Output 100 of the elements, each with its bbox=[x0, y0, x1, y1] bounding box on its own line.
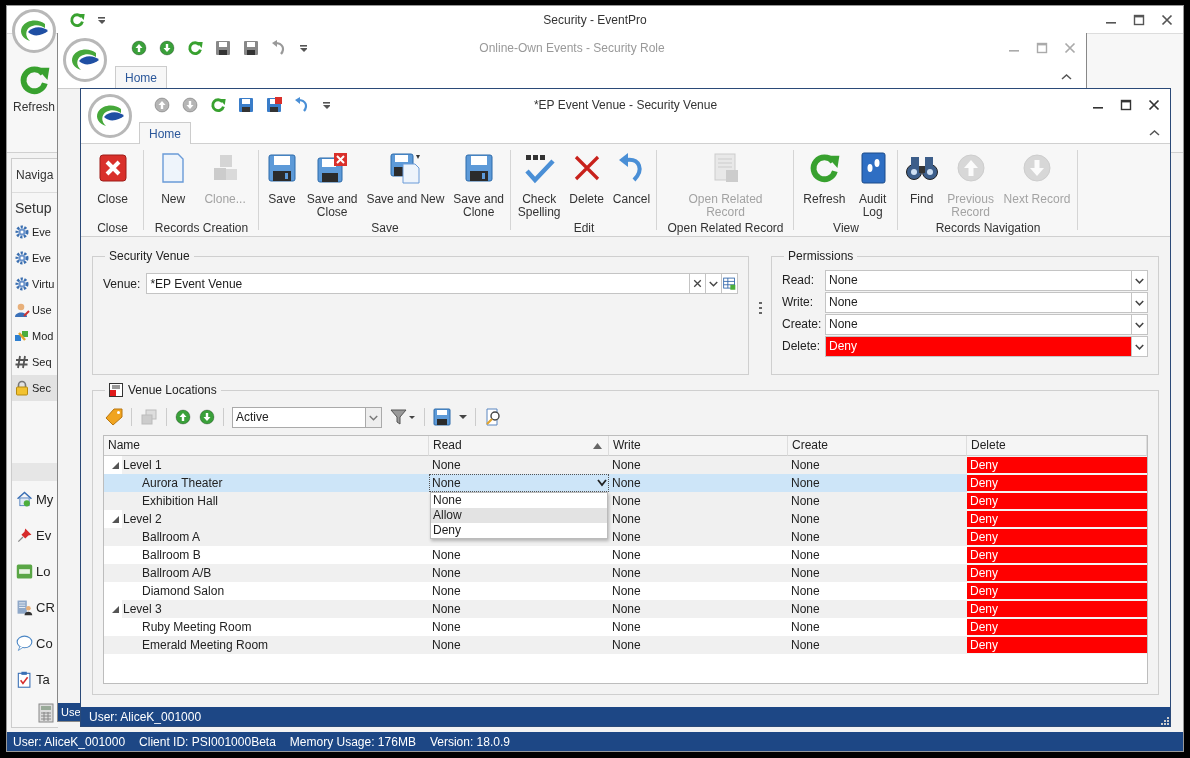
group-row-label[interactable]: Level 3 bbox=[123, 600, 162, 618]
table-cell: Deny bbox=[967, 475, 1147, 491]
table-cell: None bbox=[791, 602, 820, 616]
splitter-grip-icon[interactable] bbox=[758, 302, 762, 314]
permission-dropdown[interactable]: Deny bbox=[825, 335, 1148, 357]
group-row-label[interactable]: Level 2 bbox=[123, 510, 162, 528]
nav-item[interactable]: Mod bbox=[12, 323, 58, 349]
nav-item[interactable]: Co bbox=[12, 625, 58, 661]
table-lookup-icon[interactable] bbox=[721, 274, 737, 293]
move-down-icon[interactable] bbox=[199, 409, 215, 425]
close-icon[interactable] bbox=[1148, 98, 1160, 111]
filter-icon[interactable] bbox=[390, 408, 416, 426]
table-cell: Deny bbox=[967, 583, 1147, 599]
save-icon[interactable] bbox=[215, 40, 231, 56]
customize-toolbar-icon[interactable] bbox=[97, 15, 105, 24]
column-header[interactable]: Delete bbox=[967, 436, 1147, 456]
maximize-icon[interactable] bbox=[1133, 13, 1145, 26]
save-close-icon[interactable] bbox=[266, 96, 282, 113]
splitter-bar[interactable] bbox=[12, 463, 58, 481]
window-title: *EP Event Venue - Security Venue bbox=[533, 97, 718, 112]
nav-item[interactable]: CR bbox=[12, 589, 58, 625]
undo-icon[interactable] bbox=[271, 40, 287, 56]
ribbon-button[interactable]: Save and Clone bbox=[451, 150, 507, 220]
dropdown-option[interactable]: Allow bbox=[431, 508, 607, 523]
ribbon-button[interactable]: Cancel bbox=[610, 150, 653, 220]
nav-item[interactable]: Virtu bbox=[12, 271, 58, 297]
field-label: Read: bbox=[782, 273, 816, 287]
dropdown-chevron-icon[interactable] bbox=[596, 478, 608, 488]
nav-item[interactable]: Ta bbox=[12, 661, 58, 697]
status-text: User: AliceK_001000 bbox=[89, 709, 202, 724]
ribbon-button[interactable]: New bbox=[155, 150, 192, 220]
refresh-icon[interactable] bbox=[187, 40, 203, 56]
resize-grip-icon[interactable] bbox=[1161, 717, 1169, 725]
table-cell: Deny bbox=[967, 547, 1147, 563]
collapse-ribbon-icon[interactable] bbox=[1061, 73, 1072, 81]
ribbon-button[interactable]: Find bbox=[903, 150, 940, 220]
ribbon-tab[interactable]: Home bbox=[139, 122, 191, 144]
customize-toolbar-icon[interactable] bbox=[299, 44, 307, 52]
table-cell: None bbox=[432, 620, 461, 634]
nav-item[interactable]: Lo bbox=[12, 553, 58, 589]
expanded-triangle-icon[interactable] bbox=[112, 515, 119, 523]
user-edit-icon bbox=[14, 302, 30, 318]
table-cell: None bbox=[612, 566, 641, 580]
ribbon-tab[interactable]: Home bbox=[115, 66, 167, 89]
refresh-icon[interactable] bbox=[210, 96, 226, 113]
clear-icon[interactable] bbox=[689, 274, 705, 293]
refresh-icon[interactable] bbox=[69, 11, 85, 28]
move-up-icon[interactable] bbox=[175, 409, 191, 425]
nav-item[interactable]: Sec bbox=[12, 375, 58, 401]
table-cell: Deny bbox=[967, 493, 1147, 509]
nav-item[interactable]: Use bbox=[12, 297, 58, 323]
column-header[interactable]: Name bbox=[104, 436, 429, 456]
save-close-icon[interactable] bbox=[243, 40, 259, 56]
document-search-icon[interactable] bbox=[484, 408, 502, 426]
maximize-icon[interactable] bbox=[1120, 98, 1132, 111]
table-cell[interactable]: Diamond Salon bbox=[104, 582, 225, 600]
ribbon-button[interactable]: Save bbox=[263, 150, 300, 220]
column-header[interactable]: Create bbox=[788, 436, 967, 456]
dropdown-option[interactable]: Deny bbox=[431, 523, 607, 538]
venue-combo[interactable]: *EP Event Venue bbox=[146, 273, 738, 294]
column-header[interactable]: Read bbox=[429, 436, 609, 456]
cell-dropdown[interactable]: None bbox=[429, 474, 609, 492]
save-icon[interactable] bbox=[238, 96, 254, 113]
table-cell: None bbox=[612, 638, 641, 652]
ribbon-button[interactable]: Save and New bbox=[364, 150, 447, 220]
refresh-icon bbox=[808, 152, 841, 184]
dropdown-caret-icon[interactable] bbox=[459, 414, 467, 420]
expanded-triangle-icon[interactable] bbox=[112, 605, 119, 613]
pushpin-icon bbox=[16, 526, 33, 544]
nav-item[interactable]: Eve bbox=[12, 219, 58, 245]
table-cell[interactable]: Ruby Meeting Room bbox=[104, 618, 252, 636]
ribbon-button[interactable]: Close bbox=[94, 150, 131, 220]
ribbon-button[interactable]: Check Spelling bbox=[515, 150, 563, 220]
permission-dropdown[interactable]: None bbox=[825, 291, 1148, 313]
dropdown-option[interactable]: None bbox=[431, 493, 607, 508]
customize-toolbar-icon[interactable] bbox=[322, 100, 330, 109]
ribbon-button[interactable]: Delete bbox=[567, 150, 606, 220]
nav-item[interactable]: Eve bbox=[12, 245, 58, 271]
hash-icon bbox=[14, 354, 30, 370]
collapse-ribbon-icon[interactable] bbox=[1149, 129, 1160, 137]
table-cell: None bbox=[791, 512, 820, 526]
close-icon[interactable] bbox=[1161, 13, 1173, 26]
ribbon-button[interactable]: Refresh bbox=[801, 150, 848, 220]
table-cell: None bbox=[432, 566, 461, 580]
status-filter-dropdown[interactable]: Active bbox=[232, 406, 382, 428]
ribbon-button[interactable]: Audit Log bbox=[854, 150, 891, 220]
ribbon-button[interactable]: Save and Close bbox=[304, 150, 360, 220]
nav-item[interactable]: Ev bbox=[12, 517, 58, 553]
table-cell[interactable]: Ballroom B bbox=[104, 546, 201, 564]
table-cell: None bbox=[432, 458, 461, 472]
expanded-triangle-icon[interactable] bbox=[112, 461, 119, 469]
column-header[interactable]: Write bbox=[609, 436, 788, 456]
refresh-button[interactable]: Refresh bbox=[13, 64, 56, 114]
nav-item[interactable]: My bbox=[12, 481, 58, 517]
nav-item[interactable]: Seq bbox=[12, 349, 58, 375]
undo-icon[interactable] bbox=[294, 96, 310, 113]
permission-dropdown[interactable]: None bbox=[825, 269, 1148, 291]
tag-icon[interactable] bbox=[105, 408, 123, 426]
group-row-label[interactable]: Level 1 bbox=[123, 456, 162, 474]
permission-dropdown[interactable]: None bbox=[825, 313, 1148, 335]
